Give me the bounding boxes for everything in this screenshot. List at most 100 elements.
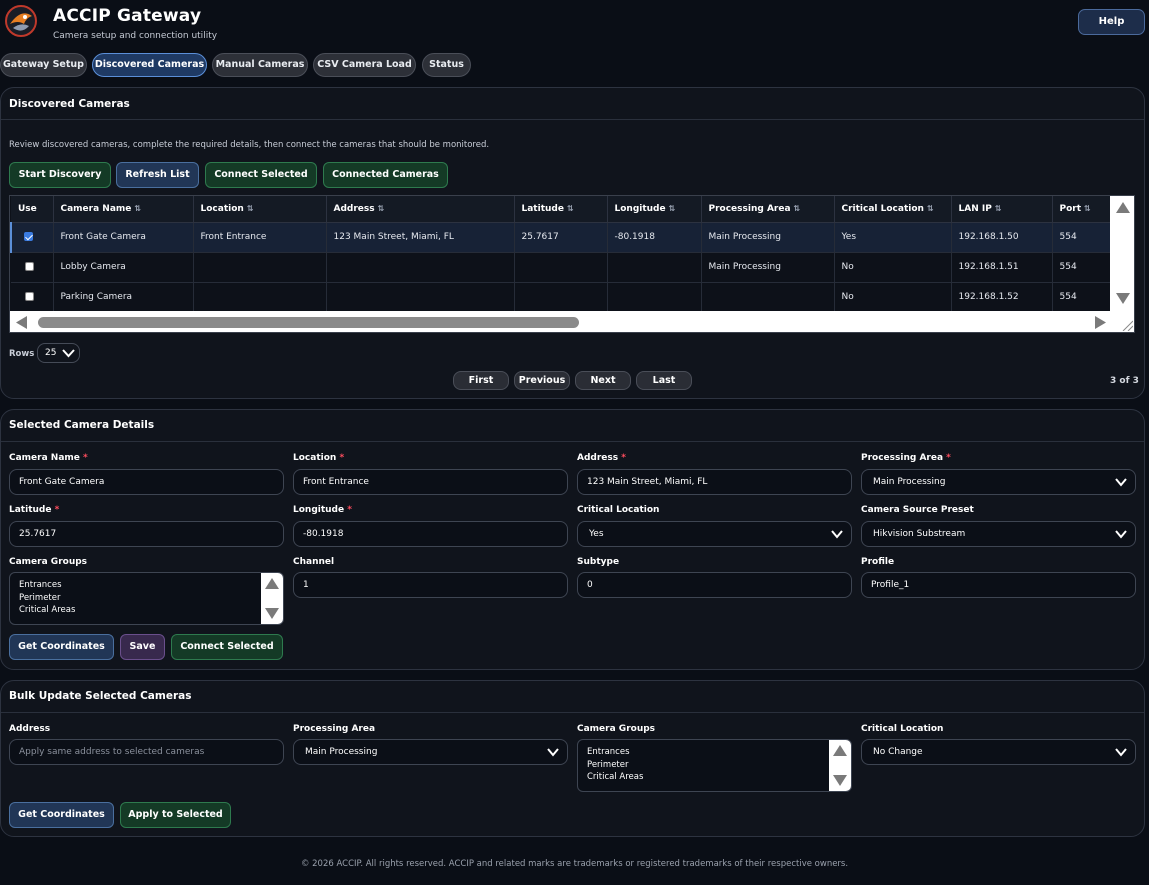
tab-manual-cameras[interactable]: Manual Cameras: [212, 53, 308, 77]
longitude-cell: [607, 252, 702, 283]
scroll-down-icon[interactable]: [265, 608, 279, 619]
camera-groups-listbox[interactable]: Entrances Perimeter Critical Areas: [9, 572, 284, 625]
location-input[interactable]: Front Entrance: [293, 469, 568, 495]
subtype-label: Subtype: [577, 557, 620, 567]
first-page-button[interactable]: First: [453, 371, 509, 390]
scroll-up-icon[interactable]: [833, 745, 847, 756]
longitude-input[interactable]: -80.1918: [293, 521, 568, 547]
list-item[interactable]: Entrances: [587, 746, 842, 759]
divider: [1, 441, 1144, 442]
scroll-right-icon[interactable]: [1095, 316, 1106, 329]
listbox-scrollbar[interactable]: [261, 573, 283, 624]
bulk-camera-groups-label: Camera Groups: [577, 724, 656, 734]
critical-location-label: Critical Location: [577, 505, 660, 515]
help-button[interactable]: Help: [1078, 9, 1145, 35]
bulk-critical-location-select[interactable]: No Change: [861, 739, 1136, 765]
tab-status[interactable]: Status: [422, 53, 471, 77]
latitude-cell: 25.7617: [514, 222, 608, 253]
scroll-down-icon[interactable]: [833, 775, 847, 786]
rows-label: Rows: [9, 349, 35, 359]
connect-selected-button[interactable]: Connect Selected: [171, 634, 283, 660]
table-row[interactable]: Lobby Camera Main Processing No 192.168.…: [11, 252, 1113, 283]
table-vertical-scrollbar[interactable]: [1110, 196, 1134, 311]
bulk-processing-area-label: Processing Area: [293, 724, 376, 734]
address-cell: [326, 252, 515, 283]
chevron-down-icon: [1115, 530, 1127, 539]
scroll-left-icon[interactable]: [16, 316, 27, 329]
camera-groups-label: Camera Groups: [9, 557, 88, 567]
camera-name-input[interactable]: Front Gate Camera: [9, 469, 284, 495]
source-preset-select[interactable]: Hikvision Substream: [861, 521, 1136, 547]
column-header-processing-area[interactable]: Processing Area ⇅: [701, 196, 835, 223]
critical-location-select[interactable]: Yes: [577, 521, 852, 547]
divider: [1, 119, 1144, 120]
list-item[interactable]: Perimeter: [587, 759, 842, 772]
column-header-use: Use: [11, 196, 54, 223]
scroll-down-icon[interactable]: [1116, 293, 1130, 304]
list-item[interactable]: Critical Areas: [587, 771, 842, 784]
column-header-critical-location[interactable]: Critical Location ⇅: [834, 196, 952, 223]
start-discovery-button[interactable]: Start Discovery: [9, 162, 111, 188]
sort-icon: ⇅: [1084, 203, 1091, 213]
location-cell: [193, 282, 327, 313]
bulk-address-input[interactable]: Apply same address to selected cameras: [9, 739, 284, 765]
list-item[interactable]: Entrances: [19, 579, 274, 592]
table-row[interactable]: Front Gate Camera Front Entrance 123 Mai…: [10, 222, 1113, 253]
critical-location-cell: No: [834, 282, 952, 313]
bulk-camera-groups-listbox[interactable]: Entrances Perimeter Critical Areas: [577, 739, 852, 792]
refresh-list-button[interactable]: Refresh List: [116, 162, 199, 188]
address-input[interactable]: 123 Main Street, Miami, FL: [577, 469, 852, 495]
chevron-down-icon: [1115, 748, 1127, 757]
get-coordinates-button[interactable]: Get Coordinates: [9, 634, 114, 660]
chevron-down-icon: [547, 748, 559, 757]
column-header-camera-name[interactable]: Camera Name ⇅: [53, 196, 194, 223]
use-checkbox[interactable]: [25, 262, 34, 271]
bulk-processing-area-select[interactable]: Main Processing: [293, 739, 568, 765]
scroll-up-icon[interactable]: [265, 578, 279, 589]
next-page-button[interactable]: Next: [575, 371, 631, 390]
column-header-location[interactable]: Location ⇅: [193, 196, 327, 223]
column-header-address[interactable]: Address ⇅: [326, 196, 515, 223]
scroll-thumb[interactable]: [38, 317, 579, 328]
bulk-critical-location-label: Critical Location: [861, 724, 944, 734]
latitude-input[interactable]: 25.7617: [9, 521, 284, 547]
list-item[interactable]: Critical Areas: [19, 604, 274, 617]
tab-discovered-cameras[interactable]: Discovered Cameras: [92, 53, 207, 77]
scroll-up-icon[interactable]: [1116, 202, 1130, 213]
column-header-latitude[interactable]: Latitude ⇅: [514, 196, 608, 223]
chevron-down-icon: [831, 530, 843, 539]
processing-area-select[interactable]: Main Processing: [861, 469, 1136, 495]
use-checkbox[interactable]: [24, 232, 33, 241]
bulk-get-coordinates-button[interactable]: Get Coordinates: [9, 802, 114, 828]
table-horizontal-scrollbar[interactable]: [10, 311, 1134, 332]
bulk-address-label: Address: [9, 724, 51, 734]
channel-input[interactable]: 1: [293, 572, 568, 598]
subtype-input[interactable]: 0: [577, 572, 852, 598]
panel-title: Discovered Cameras: [9, 98, 130, 110]
chevron-down-icon: [1115, 478, 1127, 487]
use-checkbox[interactable]: [25, 292, 34, 301]
apply-to-selected-button[interactable]: Apply to Selected: [120, 802, 231, 828]
profile-input[interactable]: Profile_1: [861, 572, 1136, 598]
column-header-lan-ip[interactable]: LAN IP ⇅: [951, 196, 1053, 223]
longitude-cell: [607, 282, 702, 313]
previous-page-button[interactable]: Previous: [514, 371, 570, 390]
connect-selected-button[interactable]: Connect Selected: [205, 162, 317, 188]
save-button[interactable]: Save: [120, 634, 165, 660]
listbox-scrollbar[interactable]: [829, 740, 851, 791]
footer-copyright: © 2026 ACCIP. All rights reserved. ACCIP…: [300, 859, 849, 869]
table-row[interactable]: Parking Camera No 192.168.1.52 554: [11, 282, 1113, 313]
tab-gateway-setup[interactable]: Gateway Setup: [0, 53, 87, 77]
list-item[interactable]: Perimeter: [19, 592, 274, 605]
column-header-longitude[interactable]: Longitude ⇅: [607, 196, 702, 223]
connected-cameras-button[interactable]: Connected Cameras: [323, 162, 448, 188]
rows-per-page-select[interactable]: 25: [37, 343, 80, 363]
last-page-button[interactable]: Last: [636, 371, 692, 390]
resize-grip-icon[interactable]: [1121, 319, 1133, 331]
column-header-port[interactable]: Port ⇅: [1052, 196, 1113, 223]
processing-area-label: Processing Area *: [861, 453, 951, 463]
longitude-label: Longitude *: [293, 505, 352, 515]
profile-label: Profile: [861, 557, 895, 567]
camera-name-cell: Lobby Camera: [53, 252, 194, 283]
tab-csv-camera-load[interactable]: CSV Camera Load: [313, 53, 416, 77]
